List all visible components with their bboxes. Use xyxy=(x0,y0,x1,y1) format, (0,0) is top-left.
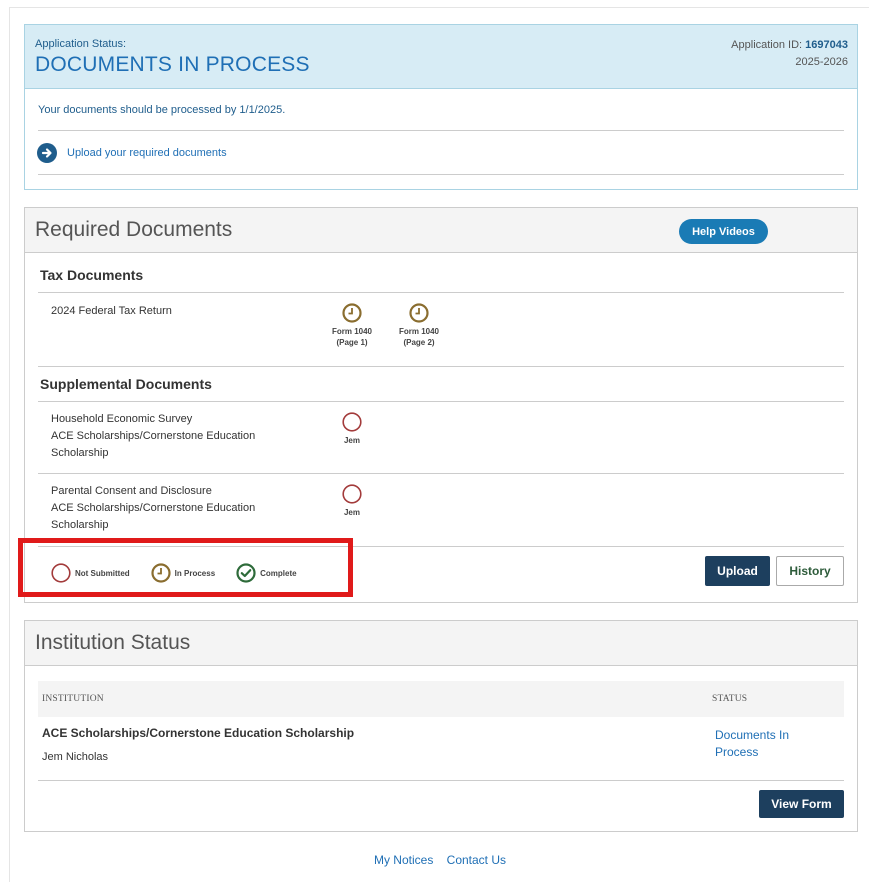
doc-title: Household Economic Survey xyxy=(51,413,193,425)
supplemental-doc-2: Parental Consent and Disclosure ACE Scho… xyxy=(51,483,311,534)
arrow-right-circle-icon[interactable] xyxy=(37,142,57,163)
status-line[interactable]: Process xyxy=(715,745,758,759)
app-year: 2025-2026 xyxy=(795,56,848,68)
institution-status-title: Institution Status xyxy=(35,631,191,654)
required-documents-title: Required Documents xyxy=(35,218,233,241)
tax-form-page2[interactable]: Form 1040 (Page 2) xyxy=(389,303,449,348)
clock-icon xyxy=(409,303,429,323)
upload-documents-link[interactable]: Upload your required documents xyxy=(67,147,227,159)
institution-name: ACE Scholarships/Cornerstone Education S… xyxy=(42,726,355,740)
page: Application Status: DOCUMENTS IN PROCESS… xyxy=(9,7,869,882)
processing-message: Your documents should be processed by 1/… xyxy=(38,89,844,131)
doc-organization: ACE Scholarships/Cornerstone Education S… xyxy=(51,430,256,459)
help-videos-button[interactable]: Help Videos xyxy=(679,219,768,244)
col-status: STATUS xyxy=(712,694,748,704)
legend-highlight-box xyxy=(18,538,353,597)
application-status-panel: Application Status: DOCUMENTS IN PROCESS… xyxy=(24,24,858,190)
divider xyxy=(38,780,844,781)
tax-documents-heading: Tax Documents xyxy=(40,267,144,283)
applicant-name: Jem Nicholas xyxy=(42,751,109,763)
not-submitted-circle-icon xyxy=(342,484,362,504)
my-notices-link[interactable]: My Notices xyxy=(374,853,433,867)
required-documents-header: Required Documents Help Videos xyxy=(25,208,857,253)
person-label: Jem xyxy=(343,508,360,517)
footer-links: My Notices Contact Us xyxy=(10,853,869,867)
form-page: (Page 1) xyxy=(336,338,368,347)
supplemental-doc-2-status[interactable]: Jem xyxy=(322,484,382,518)
form-label: Form 1040 xyxy=(331,327,373,336)
institution-table-header: INSTITUTION STATUS xyxy=(38,681,844,717)
tax-doc-name: 2024 Federal Tax Return xyxy=(51,305,172,317)
institution-status-link[interactable]: Documents In Process xyxy=(715,727,815,761)
doc-title: Parental Consent and Disclosure xyxy=(51,485,212,497)
supplemental-doc-1-status[interactable]: Jem xyxy=(322,412,382,446)
not-submitted-circle-icon xyxy=(342,412,362,432)
form-page: (Page 2) xyxy=(403,338,435,347)
view-form-button[interactable]: View Form xyxy=(759,790,844,818)
application-id: Application ID: 1697043 2025-2026 xyxy=(731,37,848,71)
history-button[interactable]: History xyxy=(776,556,844,586)
supplemental-doc-1: Household Economic Survey ACE Scholarshi… xyxy=(51,411,311,462)
status-label: Application Status: xyxy=(35,38,127,50)
institution-status-panel: Institution Status INSTITUTION STATUS AC… xyxy=(24,620,858,832)
divider xyxy=(38,366,844,367)
col-institution: INSTITUTION xyxy=(42,694,104,704)
app-id-label: Application ID: xyxy=(731,39,803,51)
institution-status-header: Institution Status xyxy=(25,621,857,666)
doc-organization: ACE Scholarships/Cornerstone Education S… xyxy=(51,502,256,531)
divider xyxy=(38,292,844,293)
supplemental-documents-heading: Supplemental Documents xyxy=(40,376,212,392)
status-line[interactable]: Documents In xyxy=(715,728,789,742)
form-label: Form 1040 xyxy=(398,327,440,336)
app-id-value: 1697043 xyxy=(805,39,848,51)
clock-icon xyxy=(342,303,362,323)
status-header: Application Status: DOCUMENTS IN PROCESS… xyxy=(25,25,857,89)
tax-form-page1[interactable]: Form 1040 (Page 1) xyxy=(322,303,382,348)
person-label: Jem xyxy=(343,436,360,445)
status-title: DOCUMENTS IN PROCESS xyxy=(35,53,310,76)
upload-button[interactable]: Upload xyxy=(705,556,770,586)
divider xyxy=(38,401,844,402)
upload-link-row[interactable]: Upload your required documents xyxy=(37,131,844,175)
contact-us-link[interactable]: Contact Us xyxy=(447,853,506,867)
divider xyxy=(38,473,844,474)
